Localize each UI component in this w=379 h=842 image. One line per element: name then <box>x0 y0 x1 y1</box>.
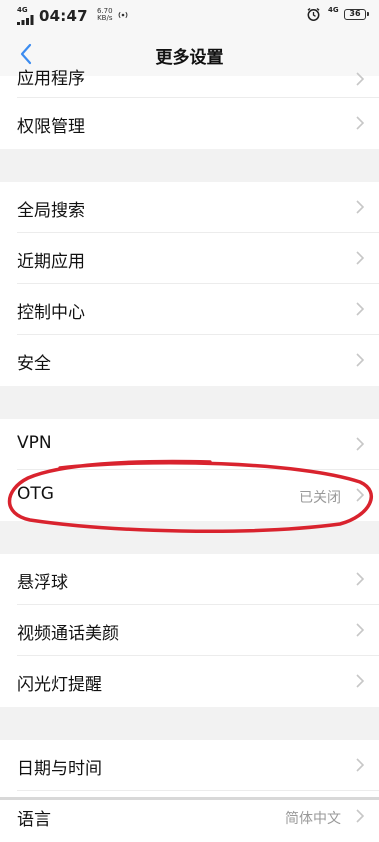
status-bar: 4G 04:47 6.70 KB/s 4G 36 <box>0 0 379 32</box>
settings-item-label: 近期应用 <box>17 252 85 272</box>
chevron-right-icon <box>356 302 364 316</box>
chevron-right-icon <box>356 488 364 502</box>
settings-item-permissions[interactable]: 权限管理 <box>0 98 379 149</box>
settings-item-label: OTG <box>17 484 54 504</box>
hotspot-icon <box>118 11 128 19</box>
settings-item-label: 闪光灯提醒 <box>17 675 102 695</box>
group-spacer <box>0 386 379 419</box>
battery-level: 36 <box>349 9 361 18</box>
network-speed-unit: KB/s <box>97 14 113 22</box>
settings-item-video-call-beauty[interactable]: 视频通话美颜 <box>0 605 379 656</box>
chevron-right-icon <box>356 758 364 772</box>
chevron-right-icon <box>356 674 364 688</box>
chevron-right-icon <box>356 353 364 367</box>
settings-item-value: 简体中文 <box>285 811 341 827</box>
chevron-right-icon <box>356 251 364 265</box>
settings-item-label: 权限管理 <box>17 117 85 137</box>
signal-icon <box>17 15 34 25</box>
settings-item-label: 控制中心 <box>17 303 85 323</box>
settings-item-date-time[interactable]: 日期与时间 <box>0 740 379 791</box>
settings-item-label: 视频通话美颜 <box>17 624 119 644</box>
settings-item-label: 安全 <box>17 354 51 374</box>
settings-item-global-search[interactable]: 全局搜索 <box>0 182 379 233</box>
settings-item-control-center[interactable]: 控制中心 <box>0 284 379 335</box>
settings-item-security[interactable]: 安全 <box>0 335 379 386</box>
status-time: 04:47 <box>39 7 88 25</box>
alarm-icon <box>307 7 320 21</box>
chevron-right-icon <box>356 72 364 86</box>
group-spacer <box>0 149 379 182</box>
chevron-right-icon <box>356 623 364 637</box>
chevron-right-icon <box>356 809 364 823</box>
settings-item-flash-reminder[interactable]: 闪光灯提醒 <box>0 656 379 707</box>
chevron-right-icon <box>356 437 364 451</box>
settings-item-label: 全局搜索 <box>17 201 85 221</box>
network-speed: 6.70 KB/s <box>97 8 113 22</box>
settings-item-floating-ball[interactable]: 悬浮球 <box>0 554 379 605</box>
settings-item-apps[interactable]: 应用程序 <box>0 69 379 98</box>
chevron-right-icon <box>356 572 364 586</box>
settings-item-vpn[interactable]: VPN <box>0 419 379 470</box>
network-type-right: 4G <box>328 6 339 14</box>
group-spacer <box>0 707 379 740</box>
chevron-right-icon <box>356 116 364 130</box>
settings-item-recent-apps[interactable]: 近期应用 <box>0 233 379 284</box>
chevron-right-icon <box>356 200 364 214</box>
network-type: 4G <box>17 6 28 14</box>
settings-list: 应用程序 权限管理 全局搜索 近期应用 控制中心 安全 VPN OTG 已关闭 <box>0 69 379 842</box>
settings-item-label: 日期与时间 <box>17 759 102 779</box>
settings-item-otg[interactable]: OTG 已关闭 <box>0 470 379 521</box>
settings-item-label: 应用程序 <box>17 69 85 89</box>
settings-item-label: 语言 <box>17 810 51 830</box>
settings-item-value: 已关闭 <box>299 490 341 506</box>
settings-item-label: 悬浮球 <box>17 573 68 593</box>
settings-item-label: VPN <box>17 433 52 453</box>
battery-icon: 36 <box>344 9 369 20</box>
group-spacer <box>0 521 379 554</box>
